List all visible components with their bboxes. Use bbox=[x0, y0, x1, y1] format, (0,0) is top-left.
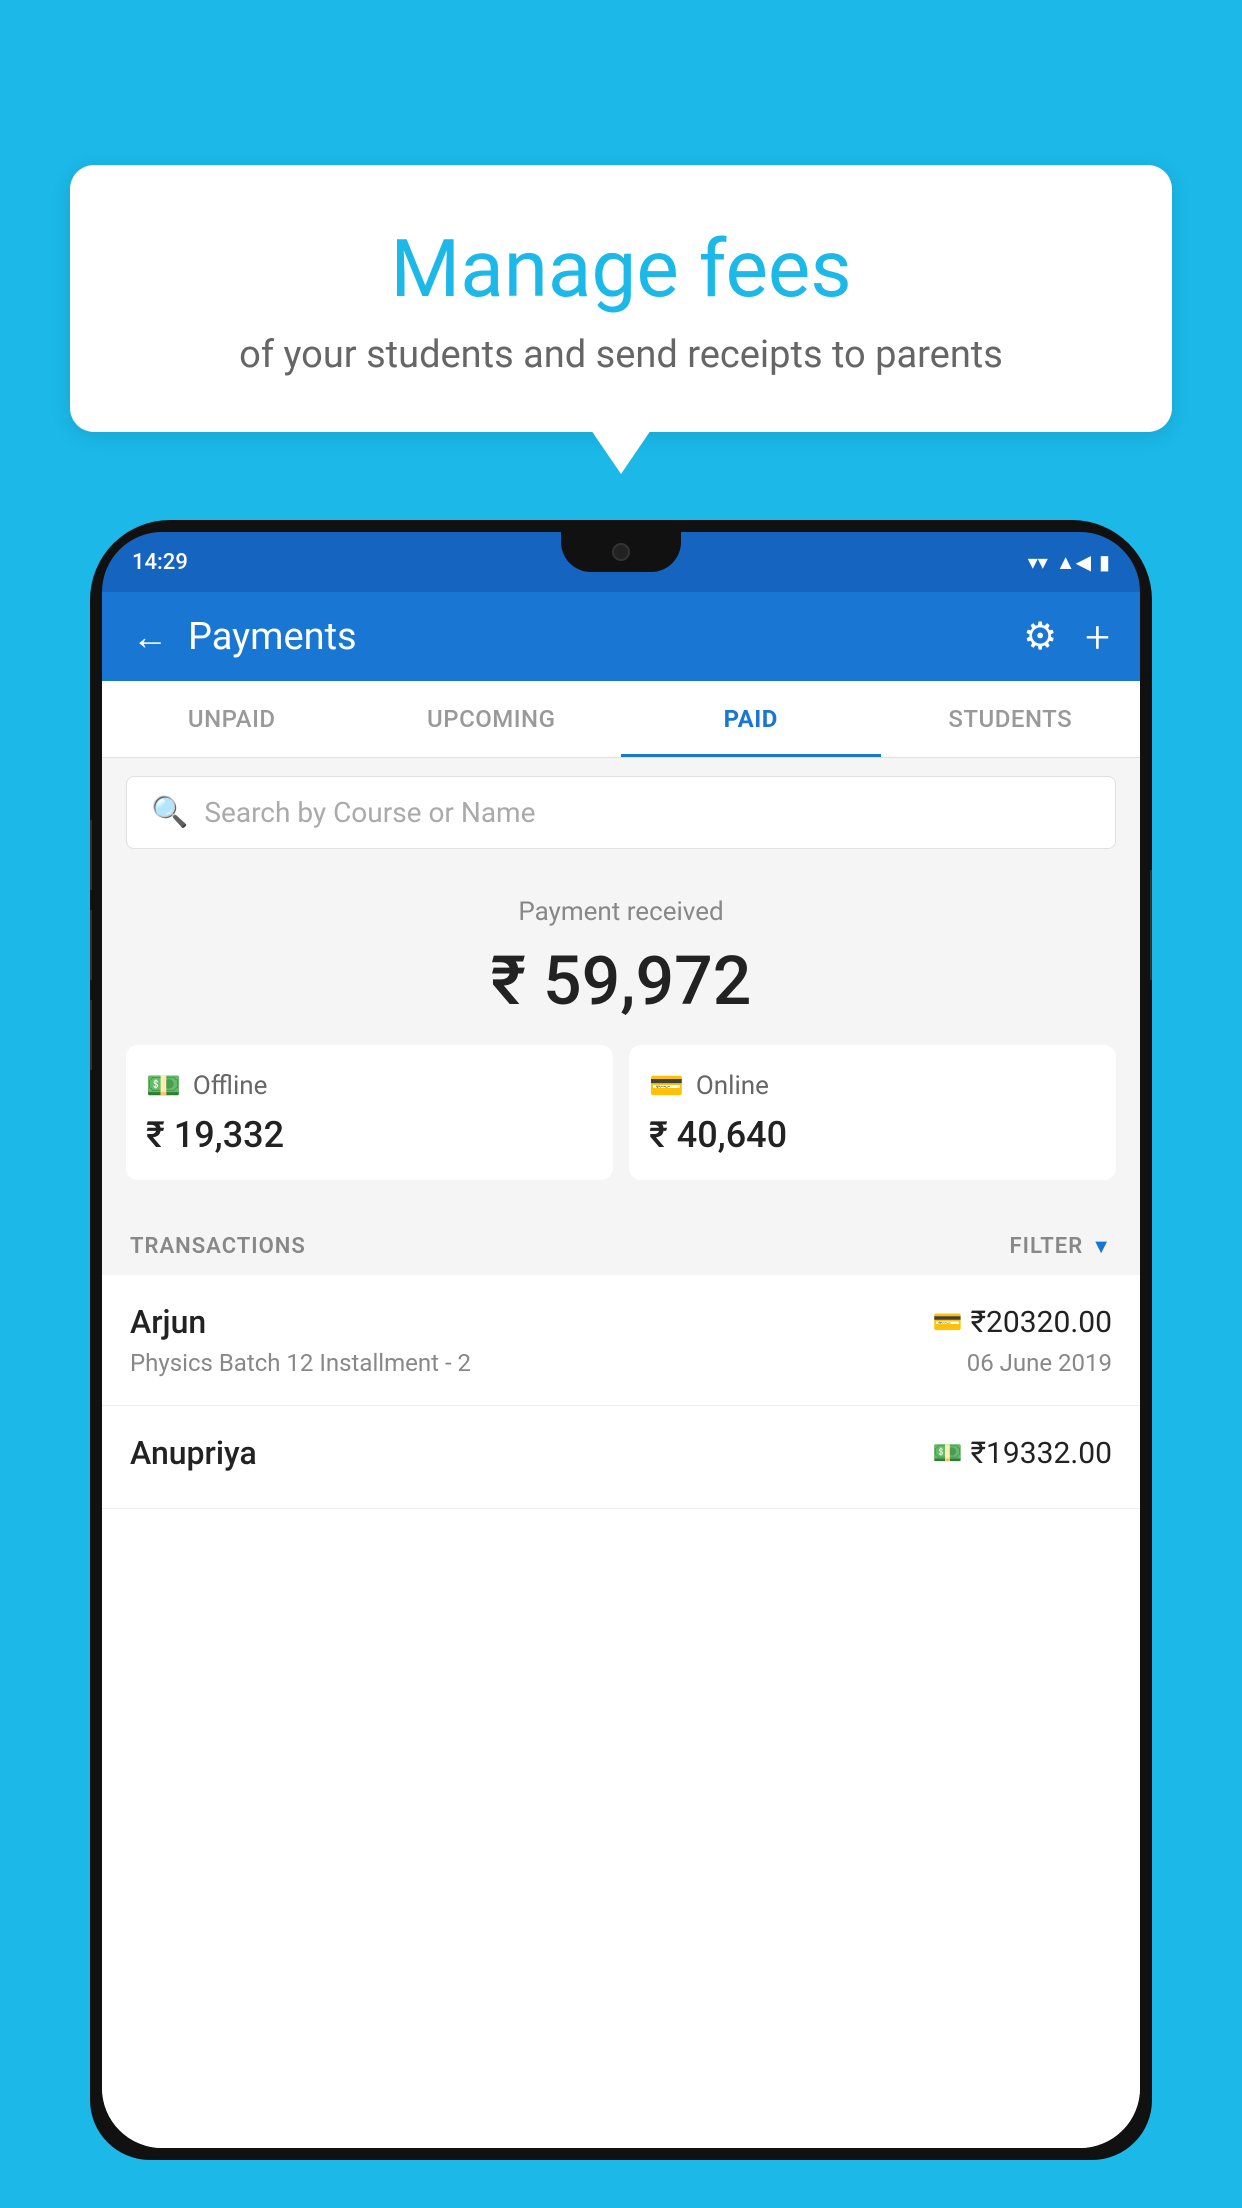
payment-total-amount: ₹ 59,972 bbox=[126, 941, 1116, 1021]
add-payment-icon[interactable]: + bbox=[1085, 615, 1110, 659]
transaction-item-arjun[interactable]: Arjun 💳 ₹20320.00 Physics Batch 12 Insta… bbox=[102, 1275, 1140, 1406]
search-bar[interactable]: 🔍 Search by Course or Name bbox=[126, 776, 1116, 849]
gear-icon[interactable]: ⚙ bbox=[1023, 614, 1057, 659]
offline-amount: ₹ 19,332 bbox=[146, 1114, 593, 1156]
phone-power-button bbox=[1150, 870, 1152, 980]
search-container: 🔍 Search by Course or Name bbox=[102, 758, 1140, 867]
front-camera bbox=[612, 543, 630, 561]
search-icon: 🔍 bbox=[151, 795, 188, 830]
app-background: Manage fees of your students and send re… bbox=[0, 0, 1242, 2208]
header-title: Payments bbox=[188, 615, 357, 659]
filter-button[interactable]: FILTER ▼ bbox=[1010, 1234, 1112, 1259]
payment-received-label: Payment received bbox=[126, 897, 1116, 927]
online-card-label-row: 💳 Online bbox=[649, 1069, 1096, 1102]
tab-students[interactable]: STUDENTS bbox=[881, 681, 1141, 757]
app-header: ← Payments ⚙ + bbox=[102, 592, 1140, 681]
cash-icon: 💵 bbox=[146, 1069, 181, 1102]
battery-icon: ▮ bbox=[1099, 550, 1110, 574]
filter-text: FILTER bbox=[1010, 1234, 1084, 1259]
search-placeholder-text: Search by Course or Name bbox=[204, 796, 535, 829]
manage-fees-subtitle: of your students and send receipts to pa… bbox=[110, 333, 1132, 377]
offline-label: Offline bbox=[193, 1071, 268, 1101]
online-amount: ₹ 40,640 bbox=[649, 1114, 1096, 1156]
tab-paid[interactable]: PAID bbox=[621, 681, 881, 757]
transaction-item-anupriya[interactable]: Anupriya 💵 ₹19332.00 bbox=[102, 1406, 1140, 1509]
arjun-course: Physics Batch 12 Installment - 2 bbox=[130, 1349, 471, 1377]
transactions-list: Arjun 💳 ₹20320.00 Physics Batch 12 Insta… bbox=[102, 1275, 1140, 2148]
payment-summary: Payment received ₹ 59,972 💵 Offline ₹ 19… bbox=[102, 867, 1140, 1210]
status-icons: ▾▾ ▲◀ ▮ bbox=[1028, 550, 1110, 575]
phone-notch bbox=[561, 532, 681, 572]
tab-unpaid[interactable]: UNPAID bbox=[102, 681, 362, 757]
manage-fees-title: Manage fees bbox=[110, 225, 1132, 313]
tab-upcoming[interactable]: UPCOMING bbox=[362, 681, 622, 757]
filter-icon: ▼ bbox=[1091, 1234, 1112, 1259]
phone-device: 14:29 ▾▾ ▲◀ ▮ ← Payments bbox=[90, 520, 1152, 2208]
arjun-amount-row: 💳 ₹20320.00 bbox=[933, 1305, 1112, 1340]
card-payment-icon-arjun: 💳 bbox=[933, 1308, 963, 1336]
transaction-name-arjun: Arjun bbox=[130, 1303, 206, 1341]
status-time: 14:29 bbox=[132, 550, 188, 575]
transactions-header: TRANSACTIONS FILTER ▼ bbox=[102, 1210, 1140, 1275]
arjun-date: 06 June 2019 bbox=[967, 1349, 1112, 1377]
header-right: ⚙ + bbox=[1023, 614, 1110, 659]
anupriya-amount: ₹19332.00 bbox=[971, 1436, 1112, 1471]
card-icon: 💳 bbox=[649, 1069, 684, 1102]
online-label: Online bbox=[696, 1071, 769, 1101]
transaction-name-anupriya: Anupriya bbox=[130, 1434, 257, 1472]
back-button[interactable]: ← bbox=[132, 616, 168, 658]
signal-icon: ▲◀ bbox=[1056, 550, 1091, 575]
app-screen: ← Payments ⚙ + UNPAID UPCOMING bbox=[102, 592, 1140, 2148]
anupriya-amount-row: 💵 ₹19332.00 bbox=[933, 1436, 1112, 1471]
header-left: ← Payments bbox=[132, 615, 357, 659]
tabs-container: UNPAID UPCOMING PAID STUDENTS bbox=[102, 681, 1140, 758]
offline-payment-card: 💵 Offline ₹ 19,332 bbox=[126, 1045, 613, 1180]
arjun-amount: ₹20320.00 bbox=[971, 1305, 1112, 1340]
speech-bubble: Manage fees of your students and send re… bbox=[70, 165, 1172, 432]
phone-volume-buttons bbox=[90, 820, 92, 1070]
payment-cards: 💵 Offline ₹ 19,332 💳 Online ₹ 40,640 bbox=[126, 1045, 1116, 1180]
transactions-label: TRANSACTIONS bbox=[130, 1234, 306, 1259]
wifi-icon: ▾▾ bbox=[1028, 550, 1048, 574]
online-payment-card: 💳 Online ₹ 40,640 bbox=[629, 1045, 1116, 1180]
cash-payment-icon-anupriya: 💵 bbox=[933, 1439, 963, 1467]
status-bar: 14:29 ▾▾ ▲◀ ▮ bbox=[102, 532, 1140, 592]
offline-card-label-row: 💵 Offline bbox=[146, 1069, 593, 1102]
